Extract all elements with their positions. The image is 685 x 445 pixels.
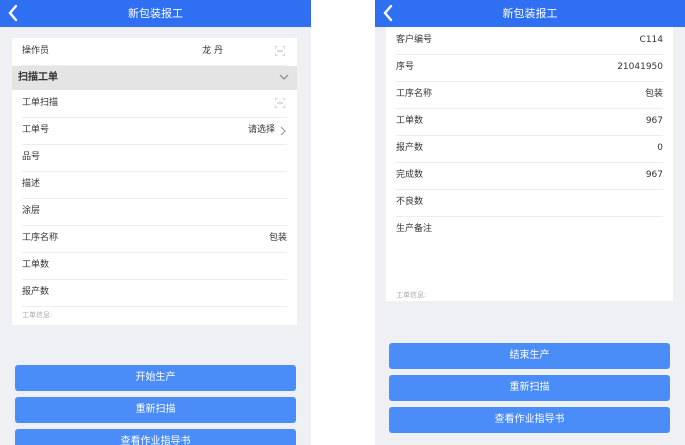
operator-row: 操作员 龙 丹 [22, 38, 287, 66]
left-phone-screen: 新包装报工 操作员 龙 丹 扫描工单 工单扫描 工单号 请选择 品号 描述 涂层… [0, 0, 311, 445]
form-card: 操作员 龙 丹 扫描工单 工单扫描 工单号 请选择 品号 描述 涂层 工序名称 … [12, 38, 297, 325]
row-value: C114 [639, 35, 663, 45]
row-label: 描述 [22, 179, 41, 189]
scan-work-order-section[interactable]: 扫描工单 [12, 66, 297, 90]
process-name-row: 工序名称 包装 [22, 225, 287, 253]
part-number-row: 品号 [22, 144, 287, 172]
row-value: 21041950 [617, 62, 663, 72]
completed-qty-row: 完成数 967 [396, 162, 663, 190]
serial-number-row: 序号 21041950 [396, 54, 663, 82]
description-row: 描述 [22, 171, 287, 199]
select-placeholder: 请选择 [247, 125, 275, 135]
process-name-row: 工序名称 包装 [396, 81, 663, 109]
work-order-info-label: 工单信息: [396, 291, 427, 299]
operator-value: 龙 丹 [202, 46, 223, 56]
row-label: 报产数 [22, 287, 50, 297]
view-work-instructions-button[interactable]: 查看作业指导书 [15, 429, 296, 445]
customer-code-row: 客户编号 C114 [396, 27, 663, 55]
page-title: 新包装报工 [128, 7, 183, 20]
rescan-button[interactable]: 重新扫描 [389, 375, 670, 401]
row-value: 967 [645, 170, 663, 180]
row-label: 生产备注 [396, 224, 433, 234]
row-value: 包装 [644, 89, 663, 99]
page-title: 新包装报工 [502, 7, 558, 20]
right-phone-screen: 新包装报工 客户编号 C114 序号 21041950 工序名称 包装 工单数 … [375, 0, 685, 445]
end-production-button[interactable]: 结束生产 [389, 343, 670, 369]
chevron-down-icon [279, 74, 289, 80]
view-work-instructions-button[interactable]: 查看作业指导书 [389, 407, 670, 433]
start-production-button[interactable]: 开始生产 [15, 365, 296, 391]
row-value: 包装 [268, 233, 287, 243]
production-remarks-row[interactable]: 生产备注 [396, 216, 663, 243]
row-label: 报产数 [396, 143, 424, 153]
row-label: 工序名称 [396, 89, 433, 99]
header-bar: 新包装报工 [0, 0, 311, 27]
row-label: 序号 [396, 62, 415, 72]
work-order-qty-row: 工单数 967 [396, 108, 663, 136]
header-bar: 新包装报工 [375, 0, 685, 27]
work-order-number-row[interactable]: 工单号 请选择 [22, 117, 287, 145]
reported-qty-row: 报产数 0 [396, 135, 663, 163]
section-title: 扫描工单 [18, 72, 58, 83]
row-label: 品号 [22, 152, 41, 162]
rescan-button[interactable]: 重新扫描 [15, 397, 296, 423]
row-label: 不良数 [396, 197, 424, 207]
operator-label: 操作员 [22, 46, 50, 56]
scan-icon[interactable] [275, 98, 285, 108]
row-label: 完成数 [396, 170, 424, 180]
row-label: 工单数 [396, 116, 424, 126]
row-label: 工序名称 [22, 233, 59, 243]
row-label: 工单号 [22, 125, 50, 135]
defect-qty-row[interactable]: 不良数 [396, 189, 663, 217]
row-label: 客户编号 [396, 35, 433, 45]
row-label: 涂层 [22, 206, 41, 216]
row-label: 工单扫描 [22, 98, 59, 108]
coating-row: 涂层 [22, 198, 287, 226]
detail-card: 客户编号 C114 序号 21041950 工序名称 包装 工单数 967 报产… [386, 27, 673, 301]
work-order-scan-row[interactable]: 工单扫描 [22, 90, 287, 118]
reported-qty-row: 报产数 [22, 279, 287, 307]
chevron-right-icon [280, 126, 286, 136]
row-label: 工单数 [22, 260, 50, 270]
work-order-qty-row: 工单数 [22, 252, 287, 280]
row-value: 967 [645, 116, 663, 126]
scan-icon[interactable] [275, 46, 285, 56]
work-order-info-label: 工单信息: [22, 311, 53, 319]
row-value: 0 [657, 143, 663, 153]
